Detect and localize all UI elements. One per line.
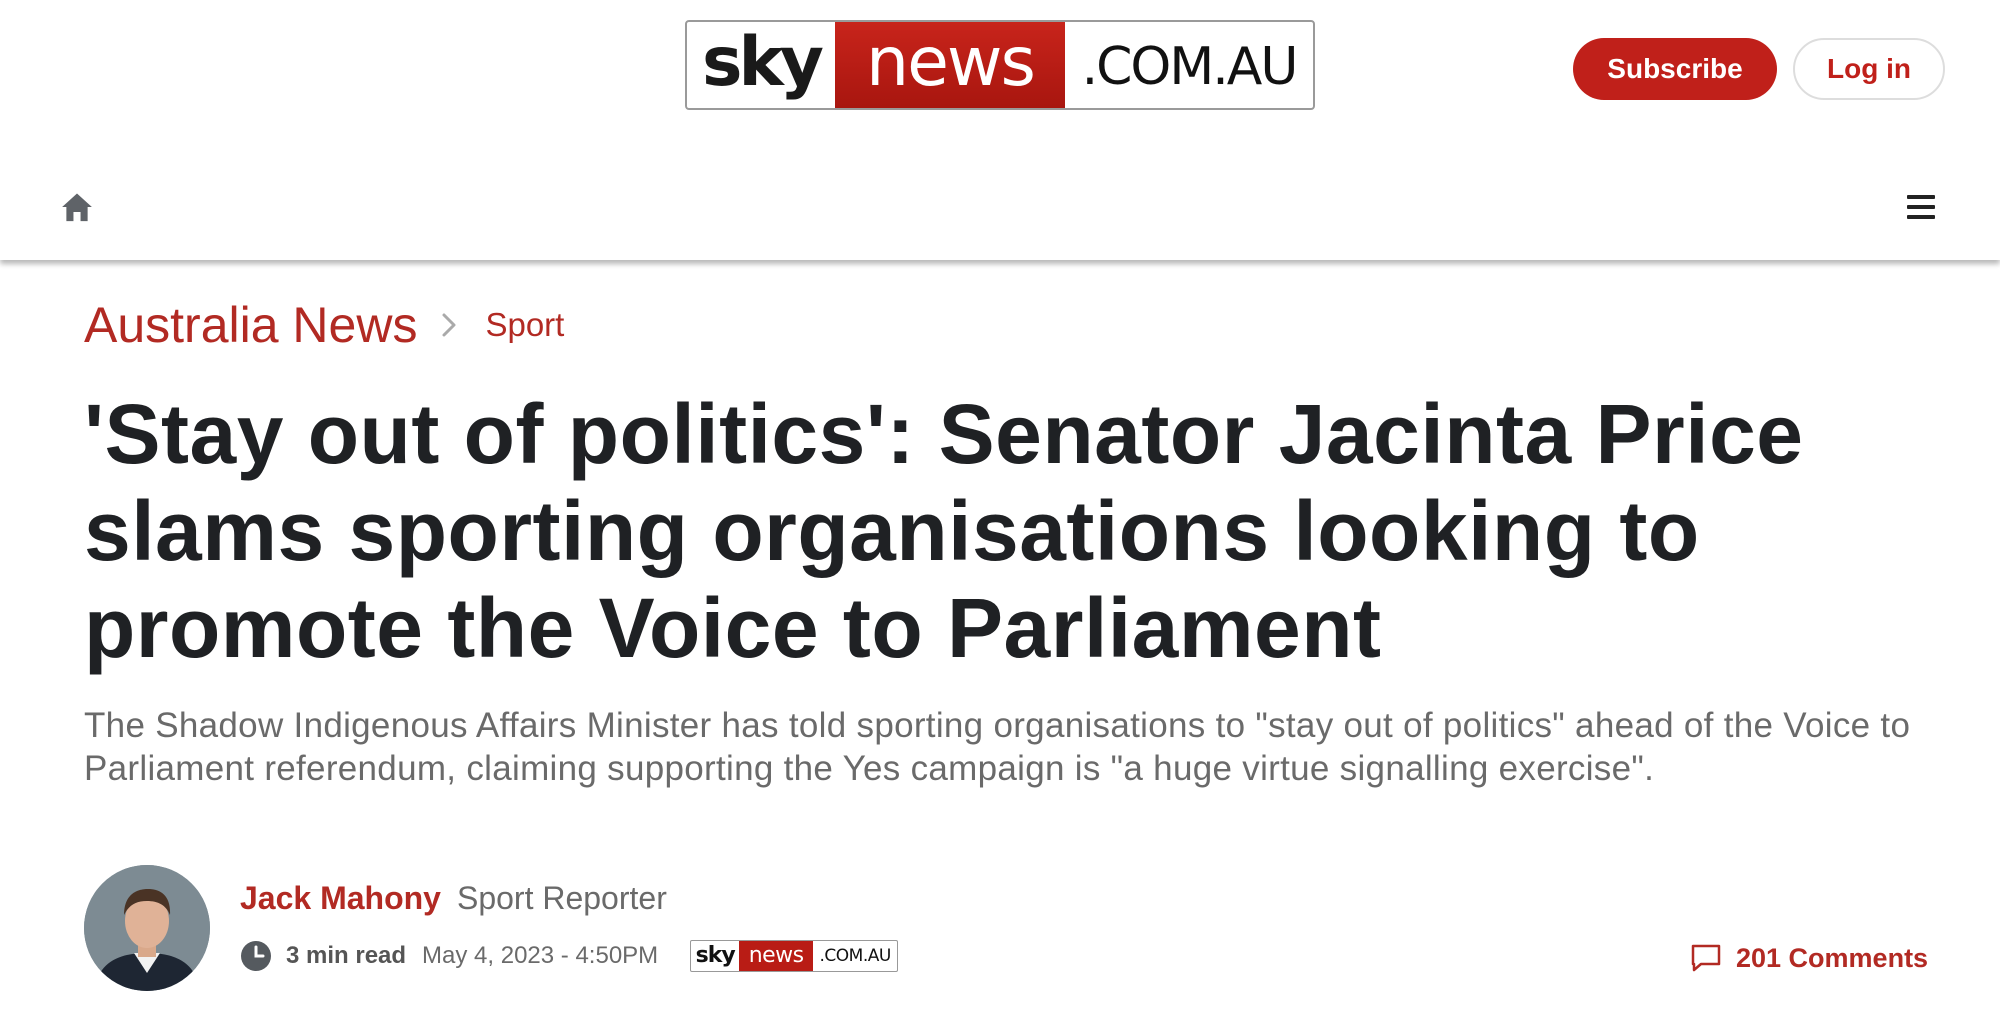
author-name-link[interactable]: Jack Mahony bbox=[240, 880, 441, 917]
chevron-right-icon bbox=[442, 313, 456, 337]
sky-news-logo[interactable]: sky news .COM.AU bbox=[685, 20, 1315, 110]
breadcrumb-subsection-link[interactable]: Sport bbox=[485, 306, 564, 344]
logo-sky-text: sky bbox=[701, 22, 824, 102]
article-headline: 'Stay out of politics': Senator Jacinta … bbox=[84, 387, 1804, 675]
source-logo-domain: .COM.AU bbox=[819, 946, 892, 966]
login-button[interactable]: Log in bbox=[1793, 38, 1945, 100]
author-role: Sport Reporter bbox=[456, 880, 667, 916]
read-time: 3 min read bbox=[286, 942, 407, 969]
subscribe-button[interactable]: Subscribe bbox=[1573, 38, 1777, 100]
source-logo: sky news .COM.AU bbox=[690, 940, 899, 972]
comment-count: 201 Comments bbox=[1736, 942, 1929, 973]
hamburger-menu-icon[interactable] bbox=[1905, 193, 1937, 221]
author-avatar[interactable] bbox=[84, 865, 210, 991]
article-meta: 3 min read May 4, 2023 - 4:50PM sky news… bbox=[240, 938, 899, 974]
article-standfirst: The Shadow Indigenous Affairs Minister h… bbox=[84, 706, 1911, 788]
site-header: sky news .COM.AU Subscribe Log in bbox=[0, 0, 2000, 260]
source-logo-news: news bbox=[739, 941, 814, 971]
comments-link[interactable]: 201 Comments bbox=[1690, 940, 1928, 976]
publish-date: May 4, 2023 - 4:50PM bbox=[422, 942, 659, 969]
author-photo bbox=[84, 865, 210, 991]
logo-news-text: news bbox=[835, 22, 1065, 108]
breadcrumb-section-link[interactable]: Australia News bbox=[84, 296, 417, 354]
clock-icon bbox=[241, 941, 271, 971]
home-icon[interactable] bbox=[60, 190, 94, 224]
source-logo-sky: sky bbox=[695, 942, 736, 968]
author-row: Jack Mahony Sport Reporter bbox=[240, 880, 667, 924]
breadcrumb: Australia News Sport bbox=[84, 292, 564, 358]
logo-domain-text: .COM.AU bbox=[1081, 37, 1299, 97]
comment-icon bbox=[1691, 944, 1721, 972]
